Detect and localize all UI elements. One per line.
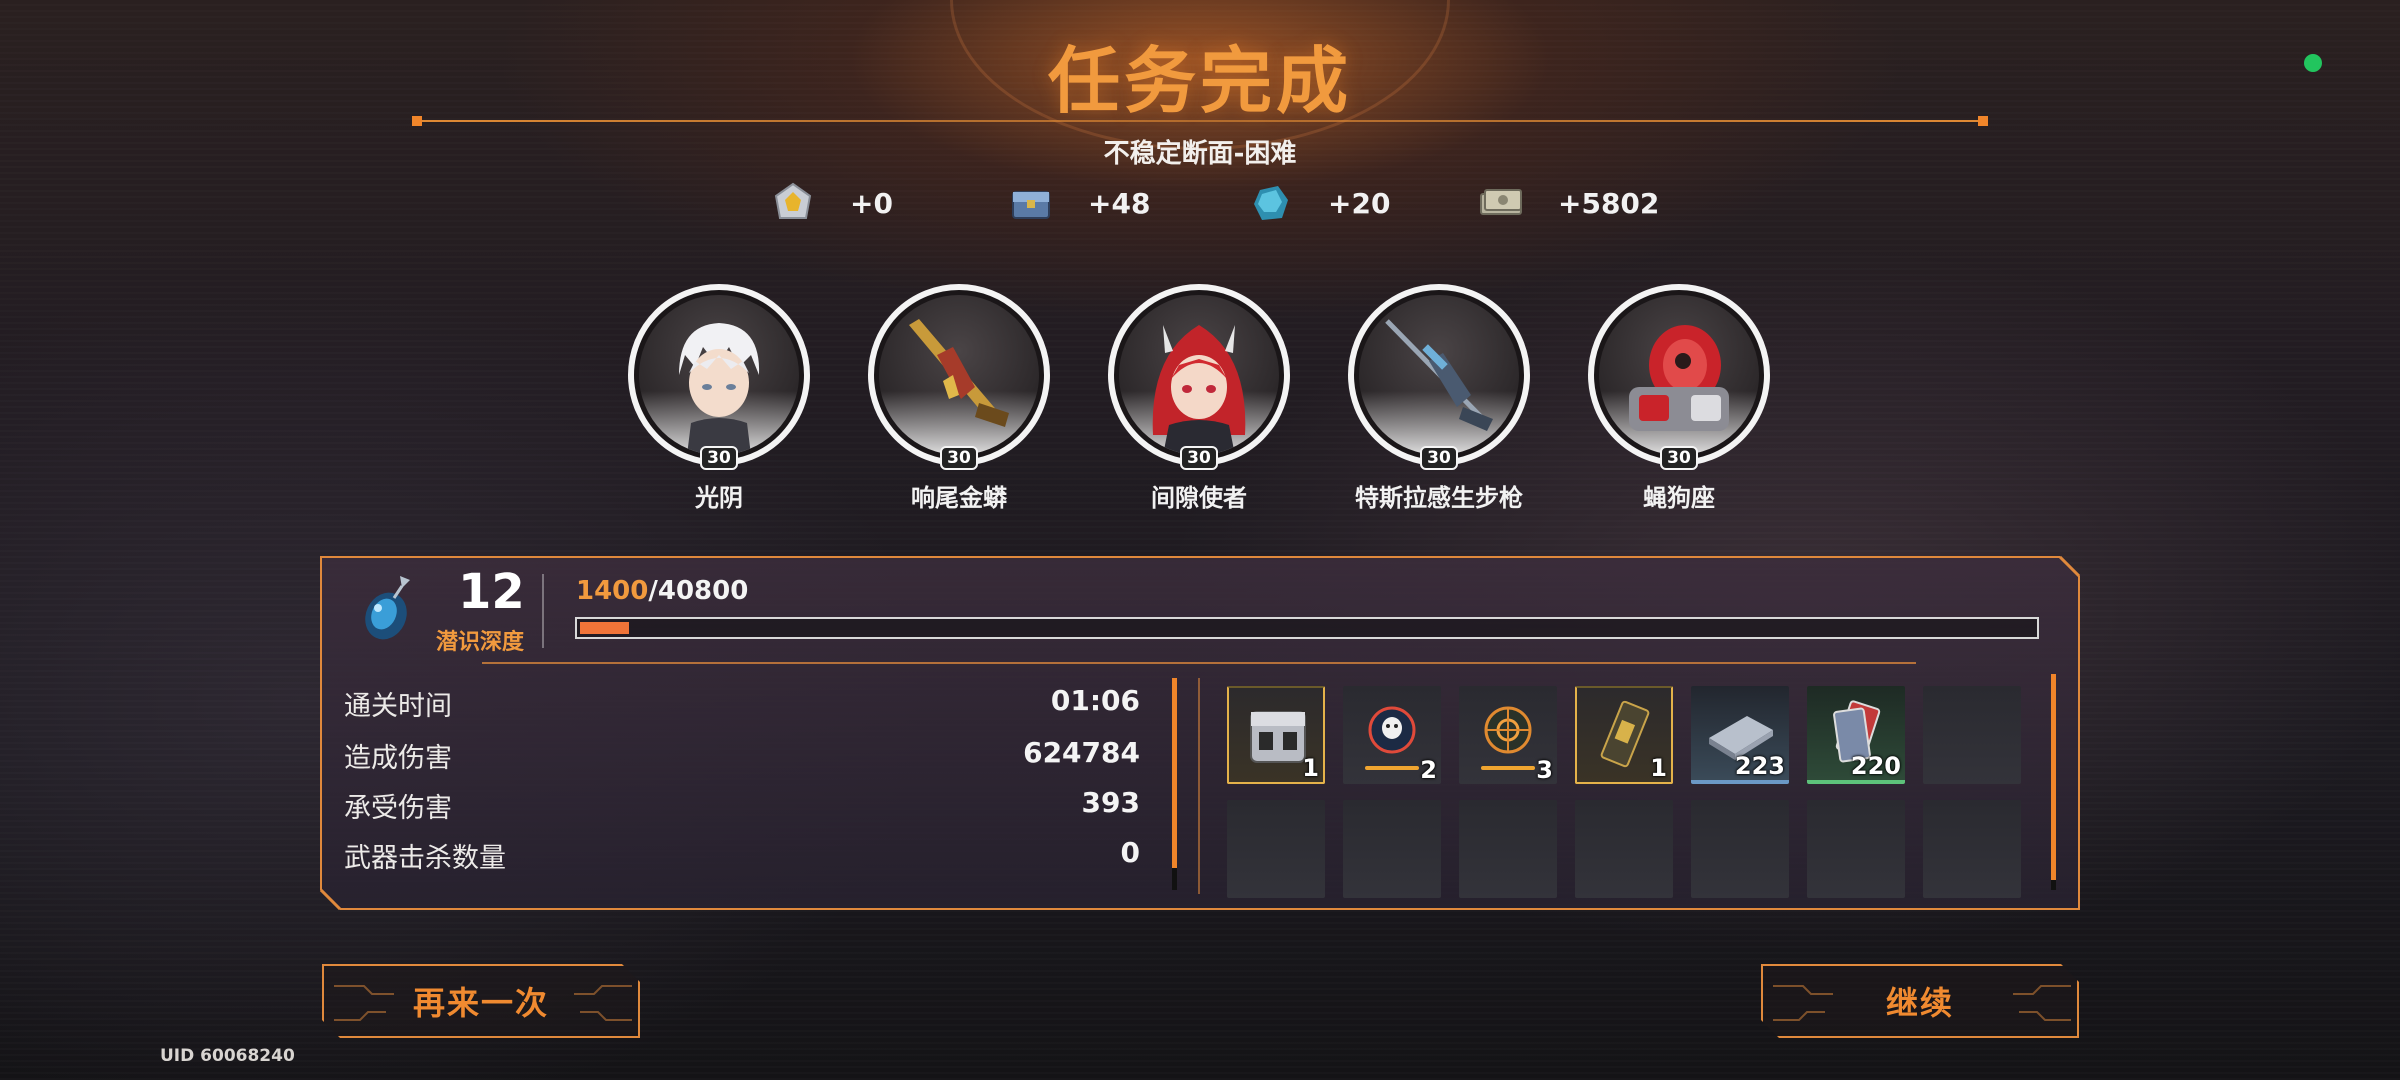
stat-value-weapon-kills: 0 bbox=[1120, 836, 1140, 869]
exp-separator: / bbox=[648, 576, 658, 606]
reward-value: +48 bbox=[1088, 186, 1151, 220]
level-badge: 30 bbox=[700, 446, 738, 470]
experience-readout: 1400/40800 bbox=[576, 576, 748, 606]
reward-item: +48 bbox=[1008, 178, 1150, 228]
character-name: 特斯拉感生步枪 bbox=[1355, 484, 1523, 512]
stat-value-damage-taken: 393 bbox=[1081, 786, 1140, 819]
rarity-underline bbox=[1481, 766, 1535, 770]
character-name: 响尾金蟒 bbox=[911, 484, 1007, 512]
red-mech-companion-icon bbox=[1629, 325, 1729, 431]
reward-item: +20 bbox=[1248, 178, 1390, 228]
loot-slot-empty bbox=[1227, 800, 1325, 898]
user-id: UID 60068240 bbox=[160, 1046, 295, 1066]
loot-slot-empty bbox=[1923, 686, 2021, 784]
depth-label: 潜识深度 bbox=[436, 630, 525, 655]
level-badge: 30 bbox=[1180, 446, 1218, 470]
loot-scrollbar[interactable] bbox=[2051, 674, 2056, 890]
panel-divider bbox=[482, 662, 1916, 664]
team-member-card[interactable]: 30 响尾金蟒 bbox=[868, 284, 1050, 513]
loot-slot[interactable]: 2 bbox=[1343, 686, 1441, 784]
reward-summary: +0 +48 +20 +5802 bbox=[0, 178, 2400, 228]
loot-quantity: 1 bbox=[1650, 754, 1667, 782]
depth-level: 12 bbox=[458, 564, 525, 620]
exp-current: 1400 bbox=[576, 576, 649, 606]
yellow-crystal-icon bbox=[774, 182, 812, 219]
level-badge: 30 bbox=[940, 446, 978, 470]
stats-scrollbar[interactable] bbox=[1172, 678, 1177, 890]
loot-slot-empty bbox=[1691, 800, 1789, 898]
page-title: 任务完成 bbox=[1047, 39, 1352, 123]
experience-bar-fill bbox=[580, 622, 630, 634]
reward-item: +5802 bbox=[1478, 178, 1659, 228]
team-member-card[interactable]: 30 特斯拉感生步枪 bbox=[1348, 284, 1530, 513]
blue-chest-icon bbox=[1012, 191, 1050, 219]
experience-bar bbox=[575, 617, 2039, 639]
character-name: 蝇狗座 bbox=[1643, 484, 1715, 512]
loot-quantity: 3 bbox=[1536, 756, 1553, 784]
crystal-pendant-icon bbox=[365, 576, 410, 640]
loot-slot[interactable]: 223 bbox=[1691, 686, 1789, 784]
loot-slot[interactable]: 1 bbox=[1227, 686, 1325, 784]
level-badge: 30 bbox=[1660, 446, 1698, 470]
stat-label-damage-dealt: 造成伤害 bbox=[344, 743, 452, 774]
reward-value: +5802 bbox=[1558, 186, 1660, 220]
retry-button[interactable]: 再来一次 bbox=[322, 964, 640, 1038]
team-member-card[interactable]: 30 间隙使者 bbox=[1108, 284, 1290, 513]
white-hair-character-avatar bbox=[679, 323, 760, 455]
continue-button[interactable]: 继续 bbox=[1761, 964, 2079, 1038]
avatar-frame bbox=[1348, 284, 1530, 466]
loot-quantity: 2 bbox=[1420, 756, 1437, 784]
title-divider bbox=[412, 116, 1988, 126]
retry-button-label: 再来一次 bbox=[412, 984, 549, 1022]
stat-value-damage-dealt: 624784 bbox=[1023, 736, 1140, 769]
loot-quantity: 1 bbox=[1302, 754, 1319, 782]
sniper-rifle-icon bbox=[1385, 319, 1493, 431]
loot-slot-empty bbox=[1459, 800, 1557, 898]
character-name: 间隙使者 bbox=[1151, 484, 1247, 512]
team-member-card[interactable]: 30 光阴 bbox=[628, 284, 810, 513]
online-status-indicator bbox=[2304, 54, 2322, 72]
reward-value: +0 bbox=[850, 186, 893, 220]
loot-slot[interactable]: 3 bbox=[1459, 686, 1557, 784]
stage-name: 不稳定断面-困难 bbox=[1103, 139, 1297, 169]
loot-quantity: 220 bbox=[1850, 752, 1901, 780]
avatar-frame bbox=[1588, 284, 1770, 466]
stat-label-weapon-kills: 武器击杀数量 bbox=[344, 843, 506, 874]
stat-value-clear-time: 01:06 bbox=[1050, 684, 1140, 717]
golden-rifle-icon bbox=[909, 319, 1009, 427]
stat-label-clear-time: 通关时间 bbox=[344, 691, 452, 722]
banknote-icon bbox=[1480, 189, 1522, 215]
depth-divider bbox=[542, 574, 544, 648]
reward-item: +0 bbox=[770, 178, 893, 228]
loot-slot-empty bbox=[1807, 800, 1905, 898]
loot-slot[interactable]: 1 bbox=[1575, 686, 1673, 784]
reward-value: +20 bbox=[1328, 186, 1391, 220]
team-member-card[interactable]: 30 蝇狗座 bbox=[1588, 284, 1770, 513]
exp-max: 40800 bbox=[657, 576, 749, 606]
loot-slot-empty bbox=[1343, 800, 1441, 898]
loot-slot[interactable]: 220 bbox=[1807, 686, 1905, 784]
stat-label-damage-taken: 承受伤害 bbox=[344, 793, 452, 824]
red-hair-character-avatar bbox=[1152, 325, 1246, 455]
loot-slot-empty bbox=[1923, 800, 2021, 898]
avatar-frame bbox=[1108, 284, 1290, 466]
loot-quantity: 223 bbox=[1734, 752, 1785, 780]
continue-button-label: 继续 bbox=[1885, 984, 1954, 1022]
avatar-frame bbox=[868, 284, 1050, 466]
blue-ore-icon bbox=[1254, 186, 1288, 220]
rarity-underline bbox=[1365, 766, 1419, 770]
stats-loot-divider bbox=[1198, 678, 1200, 894]
character-name: 光阴 bbox=[695, 484, 743, 512]
loot-slot-empty bbox=[1575, 800, 1673, 898]
avatar-frame bbox=[628, 284, 810, 466]
level-badge: 30 bbox=[1420, 446, 1458, 470]
